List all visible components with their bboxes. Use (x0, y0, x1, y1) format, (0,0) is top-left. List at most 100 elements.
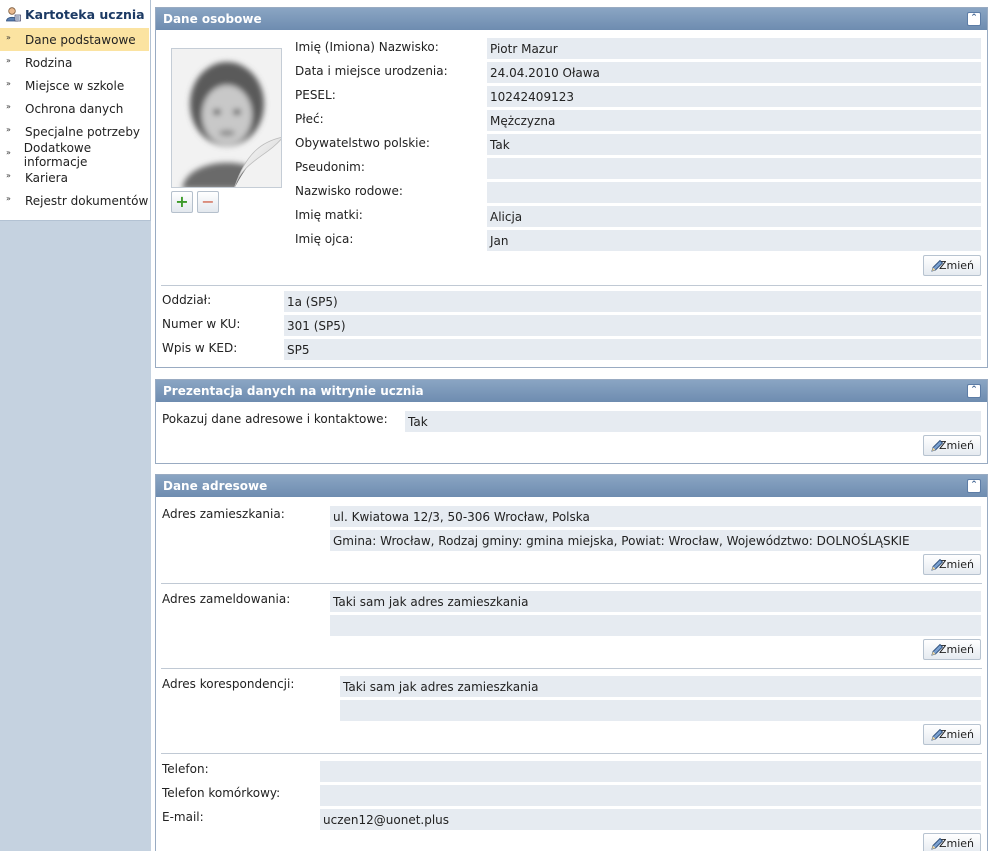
field-label-pesel: PESEL: (295, 88, 336, 102)
double-chevron-right-icon: » (6, 56, 11, 65)
field-value-email: uczen12@uonet.plus (320, 809, 981, 830)
sidebar-title: Kartoteka ucznia (0, 0, 150, 28)
field-value-father: Jan (487, 230, 981, 251)
sidebar-item-dane-podstawowe[interactable]: » Dane podstawowe (0, 28, 149, 51)
change-correspondence-button[interactable]: Zmień (923, 724, 981, 745)
sidebar-title-text: Kartoteka ucznia (25, 6, 145, 22)
field-label-citizenship: Obywatelstwo polskie: (295, 136, 430, 150)
field-label-father: Imię ojca: (295, 232, 354, 246)
field-value-registered-line1: Taki sam jak adres zamieszkania (330, 591, 981, 612)
field-value-nickname (487, 158, 981, 179)
field-label-gender: Płeć: (295, 112, 324, 126)
change-label: Zmień (938, 728, 974, 741)
field-value-correspondence-line2 (340, 700, 981, 721)
sidebar-item-rejestr-dokumentow[interactable]: » Rejestr dokumentów (0, 189, 150, 212)
double-chevron-right-icon: » (6, 33, 11, 42)
panel-header: Prezentacja danych na witrynie ucznia ⌃ (156, 380, 987, 402)
sidebar-item-label: Dane podstawowe (25, 32, 136, 47)
double-chevron-right-icon: » (6, 102, 11, 111)
field-value-family-name (487, 182, 981, 203)
double-chevron-right-icon: » (6, 194, 11, 203)
field-label-mobile: Telefon komórkowy: (162, 786, 281, 800)
pencil-icon (931, 558, 944, 571)
sidebar-item-label: Kariera (25, 170, 68, 185)
panel-title: Prezentacja danych na witrynie ucznia (163, 384, 424, 398)
sidebar-item-label: Rejestr dokumentów (25, 193, 149, 208)
sidebar-item-ochrona-danych[interactable]: » Ochrona danych (0, 97, 150, 120)
field-label-correspondence: Adres korespondencji: (162, 677, 295, 691)
sidebar-item-kariera[interactable]: » Kariera (0, 166, 150, 189)
field-label-family-name: Nazwisko rodowe: (295, 184, 403, 198)
double-chevron-right-icon: » (6, 125, 11, 134)
change-presentation-button[interactable]: Zmień (923, 435, 981, 456)
field-value-mother: Alicja (487, 206, 981, 227)
panel-title: Dane adresowe (163, 479, 268, 493)
change-registered-button[interactable]: Zmień (923, 639, 981, 660)
field-value-name: Piotr Mazur (487, 38, 981, 59)
sidebar-box: Kartoteka ucznia » Dane podstawowe » Rod… (0, 0, 151, 221)
panel-header: Dane osobowe ⌃ (156, 8, 987, 30)
field-label-mother: Imię matki: (295, 208, 363, 222)
field-label-class: Oddział: (162, 293, 212, 307)
collapse-icon[interactable]: ⌃ (967, 479, 981, 493)
pencil-icon (931, 439, 944, 452)
field-value-correspondence-line1: Taki sam jak adres zamieszkania (340, 676, 981, 697)
field-label-ked: Wpis w KED: (162, 341, 238, 355)
field-value-pesel: 10242409123 (487, 86, 981, 107)
field-value-ked: SP5 (284, 339, 981, 360)
field-label-show-address: Pokazuj dane adresowe i kontaktowe: (162, 412, 388, 426)
change-label: Zmień (938, 837, 974, 850)
sidebar: Kartoteka ucznia » Dane podstawowe » Rod… (0, 0, 151, 851)
field-label-email: E-mail: (162, 810, 204, 824)
divider (161, 583, 982, 584)
collapse-icon[interactable]: ⌃ (967, 384, 981, 398)
change-label: Zmień (938, 439, 974, 452)
add-photo-button[interactable]: + (171, 191, 193, 213)
double-chevron-right-icon: » (6, 79, 11, 88)
panel-title: Dane osobowe (163, 12, 262, 26)
sidebar-item-label: Ochrona danych (25, 101, 124, 116)
pencil-icon (931, 837, 944, 850)
field-label-ku-number: Numer w KU: (162, 317, 241, 331)
sidebar-item-rodzina[interactable]: » Rodzina (0, 51, 150, 74)
divider (161, 668, 982, 669)
pencil-icon (931, 643, 944, 656)
sidebar-item-label: Rodzina (25, 55, 73, 70)
double-chevron-right-icon: » (6, 171, 11, 180)
address-panel: Dane adresowe ⌃ Adres zamieszkania: ul. … (155, 474, 988, 851)
sidebar-item-miejsce-w-szkole[interactable]: » Miejsce w szkole (0, 74, 150, 97)
field-label-registered: Adres zameldowania: (162, 592, 291, 606)
sidebar-item-label: Miejsce w szkole (25, 78, 125, 93)
field-label-name: Imię (Imiona) Nazwisko: (295, 40, 439, 54)
divider (161, 285, 982, 286)
field-value-birth: 24.04.2010 Oława (487, 62, 981, 83)
change-label: Zmień (938, 643, 974, 656)
panel-header: Dane adresowe ⌃ (156, 475, 987, 497)
field-label-phone: Telefon: (162, 762, 209, 776)
sidebar-item-dodatkowe-informacje[interactable]: » Dodatkowe informacje (0, 140, 150, 169)
pencil-icon (931, 728, 944, 741)
field-value-registered-line2 (330, 615, 981, 636)
remove-photo-button[interactable]: − (197, 191, 219, 213)
change-residence-button[interactable]: Zmień (923, 554, 981, 575)
field-value-residence-line2: Gmina: Wrocław, Rodzaj gminy: gmina miej… (330, 530, 981, 551)
sidebar-item-label: Dodatkowe informacje (23, 140, 92, 169)
divider (161, 753, 982, 754)
change-contact-button[interactable]: Zmień (923, 833, 981, 851)
field-value-class: 1a (SP5) (284, 291, 981, 312)
double-chevron-right-icon: » (6, 148, 11, 157)
student-photo (171, 48, 282, 188)
collapse-icon[interactable]: ⌃ (967, 12, 981, 26)
field-value-gender: Mężczyzna (487, 110, 981, 131)
student-icon (5, 6, 21, 22)
change-label: Zmień (938, 558, 974, 571)
personal-data-panel: Dane osobowe ⌃ + − Imię (Imiona) Nazwisk… (155, 7, 988, 368)
pencil-icon (931, 259, 944, 272)
field-value-phone (320, 761, 981, 782)
field-value-residence-line1: ul. Kwiatowa 12/3, 50-306 Wrocław, Polsk… (330, 506, 981, 527)
sidebar-item-label: Specjalne potrzeby (25, 124, 141, 139)
field-value-citizenship: Tak (487, 134, 981, 155)
field-label-nickname: Pseudonim: (295, 160, 365, 174)
change-personal-button[interactable]: Zmień (923, 255, 981, 276)
presentation-panel: Prezentacja danych na witrynie ucznia ⌃ … (155, 379, 988, 464)
